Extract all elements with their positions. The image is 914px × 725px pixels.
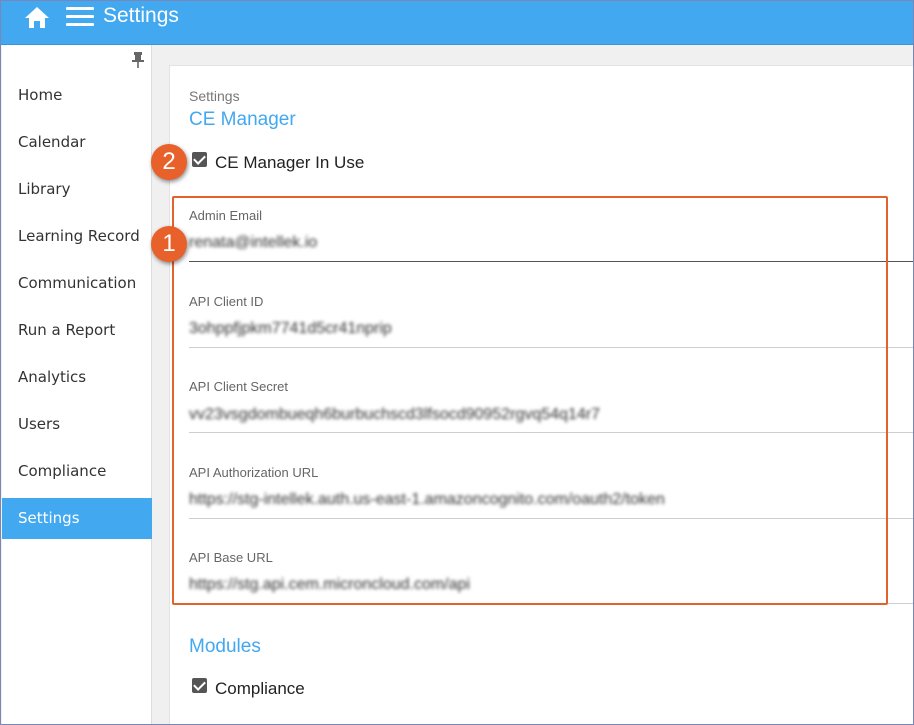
- hamburger-menu-icon[interactable]: [66, 7, 94, 27]
- annotation-badge-2: 2: [151, 144, 187, 180]
- sidebar-item-run-a-report[interactable]: Run a Report: [2, 307, 152, 354]
- ce-manager-in-use-label: CE Manager In Use: [215, 153, 365, 172]
- sidebar-item-library[interactable]: Library: [2, 166, 152, 213]
- sidebar-item-users[interactable]: Users: [2, 401, 152, 448]
- sidebar-item-compliance[interactable]: Compliance: [2, 448, 152, 495]
- compliance-module-label: Compliance: [215, 679, 305, 698]
- modules-title: Modules: [189, 636, 261, 657]
- sidebar-item-calendar[interactable]: Calendar: [2, 119, 152, 166]
- annotation-badge-1: 1: [151, 226, 187, 262]
- page-title: Settings: [103, 4, 179, 27]
- pin-icon[interactable]: [130, 51, 146, 69]
- top-bar: Settings: [1, 1, 913, 45]
- sidebar-item-communication[interactable]: Communication: [2, 260, 152, 307]
- sidebar-nav: Home Calendar Library Learning Record Co…: [2, 72, 152, 539]
- sidebar: Home Calendar Library Learning Record Co…: [2, 45, 152, 724]
- ce-manager-in-use-checkbox[interactable]: [192, 152, 207, 167]
- breadcrumb: Settings: [189, 88, 240, 104]
- sidebar-item-learning-record[interactable]: Learning Record: [2, 213, 152, 260]
- app-window: Settings Home Calendar Library Learning …: [0, 0, 914, 725]
- home-icon[interactable]: [23, 5, 51, 29]
- ce-manager-title: CE Manager: [189, 109, 296, 130]
- sidebar-item-home[interactable]: Home: [2, 72, 152, 119]
- sidebar-item-analytics[interactable]: Analytics: [2, 354, 152, 401]
- sidebar-item-settings[interactable]: Settings: [2, 498, 152, 539]
- compliance-module-checkbox[interactable]: [192, 678, 207, 693]
- highlight-box: [172, 196, 888, 605]
